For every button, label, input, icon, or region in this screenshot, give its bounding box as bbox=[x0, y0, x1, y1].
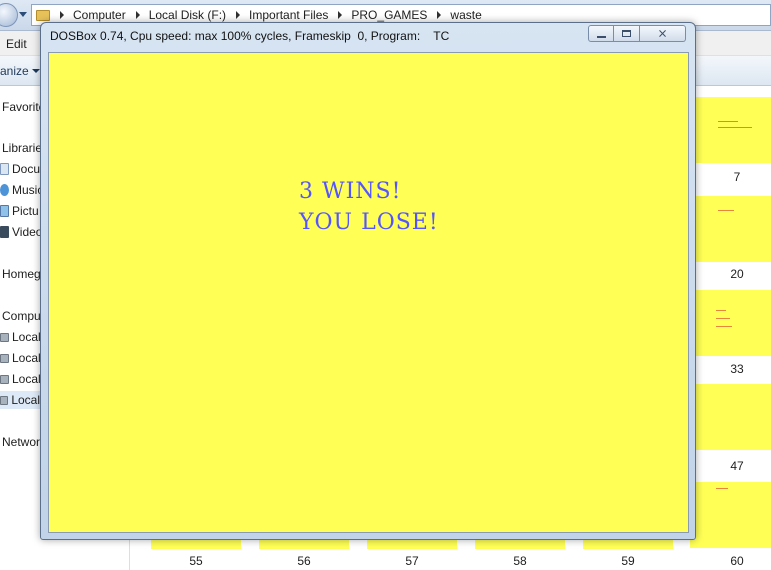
file-label[interactable]: 7 bbox=[692, 170, 771, 184]
file-thumbnail[interactable] bbox=[151, 539, 241, 549]
nav-documents[interactable]: Docu bbox=[0, 160, 40, 178]
nav-local-disk-2[interactable]: Local bbox=[0, 349, 41, 367]
file-label[interactable]: 60 bbox=[692, 554, 771, 568]
maximize-icon bbox=[622, 30, 631, 37]
nav-videos[interactable]: Video bbox=[0, 223, 42, 241]
recent-pages-dropdown-icon[interactable] bbox=[19, 12, 27, 17]
nav-music[interactable]: Music bbox=[0, 181, 43, 199]
nav-network[interactable]: Networ bbox=[2, 433, 40, 451]
wins-text: 3 WINS! bbox=[299, 179, 402, 204]
file-thumbnail[interactable] bbox=[690, 384, 771, 450]
window-title: DOSBox 0.74, Cpu speed: max 100% cycles,… bbox=[50, 29, 450, 43]
nav-computer[interactable]: Compu bbox=[2, 307, 41, 325]
file-thumbnail[interactable] bbox=[475, 539, 565, 549]
file-label[interactable]: 56 bbox=[259, 554, 349, 568]
nav-local-disk-1[interactable]: Local bbox=[0, 328, 41, 346]
dosbox-window: DOSBox 0.74, Cpu speed: max 100% cycles,… bbox=[40, 22, 696, 540]
minimize-button[interactable] bbox=[588, 25, 614, 42]
result-text: YOU LOSE! bbox=[299, 210, 439, 235]
disk-icon bbox=[0, 374, 9, 384]
documents-icon bbox=[0, 163, 9, 175]
nav-pictures[interactable]: Pictu bbox=[0, 202, 39, 220]
pictures-icon bbox=[0, 205, 9, 217]
disk-icon bbox=[0, 395, 9, 405]
file-thumbnail[interactable] bbox=[690, 97, 771, 163]
organize-dropdown-icon[interactable] bbox=[32, 69, 40, 73]
chevron-right-icon[interactable] bbox=[437, 11, 442, 19]
file-label[interactable]: 55 bbox=[151, 554, 241, 568]
folder-icon bbox=[36, 9, 50, 21]
file-label[interactable]: 59 bbox=[583, 554, 673, 568]
file-thumbnail[interactable] bbox=[690, 196, 771, 262]
nav-local-disk-3[interactable]: Local bbox=[0, 370, 41, 388]
videos-icon bbox=[0, 226, 9, 238]
minimize-icon bbox=[597, 36, 606, 38]
file-label[interactable]: 58 bbox=[475, 554, 565, 568]
chevron-right-icon[interactable] bbox=[338, 11, 343, 19]
disk-icon bbox=[0, 353, 9, 363]
file-thumbnail[interactable] bbox=[583, 539, 673, 549]
close-button[interactable]: ⨯ bbox=[640, 25, 686, 42]
nav-local-disk-4[interactable]: Local bbox=[0, 391, 40, 409]
nav-homegroup[interactable]: Homeg bbox=[2, 265, 41, 283]
file-label[interactable]: 20 bbox=[692, 267, 771, 281]
file-thumbnail[interactable] bbox=[367, 539, 457, 549]
file-label[interactable]: 57 bbox=[367, 554, 457, 568]
file-thumbnail[interactable] bbox=[690, 482, 771, 548]
chevron-right-icon[interactable] bbox=[60, 11, 64, 19]
dos-screen[interactable]: 3 WINS! YOU LOSE! bbox=[48, 52, 689, 533]
chevron-right-icon[interactable] bbox=[236, 11, 241, 19]
nav-libraries[interactable]: Librarie bbox=[2, 139, 42, 157]
file-label[interactable]: 33 bbox=[692, 362, 771, 376]
close-icon: ⨯ bbox=[657, 26, 668, 40]
maximize-button[interactable] bbox=[614, 25, 640, 42]
nav-favorites[interactable]: Favorite bbox=[2, 98, 45, 116]
back-button[interactable] bbox=[0, 3, 18, 27]
organize-button[interactable]: anize bbox=[0, 64, 29, 78]
menu-edit[interactable]: Edit bbox=[6, 37, 27, 51]
file-label[interactable]: 47 bbox=[692, 459, 771, 473]
chevron-right-icon[interactable] bbox=[135, 11, 140, 19]
file-thumbnail[interactable] bbox=[259, 539, 349, 549]
disk-icon bbox=[0, 332, 9, 342]
music-icon bbox=[0, 184, 9, 196]
file-thumbnail[interactable] bbox=[690, 290, 771, 356]
